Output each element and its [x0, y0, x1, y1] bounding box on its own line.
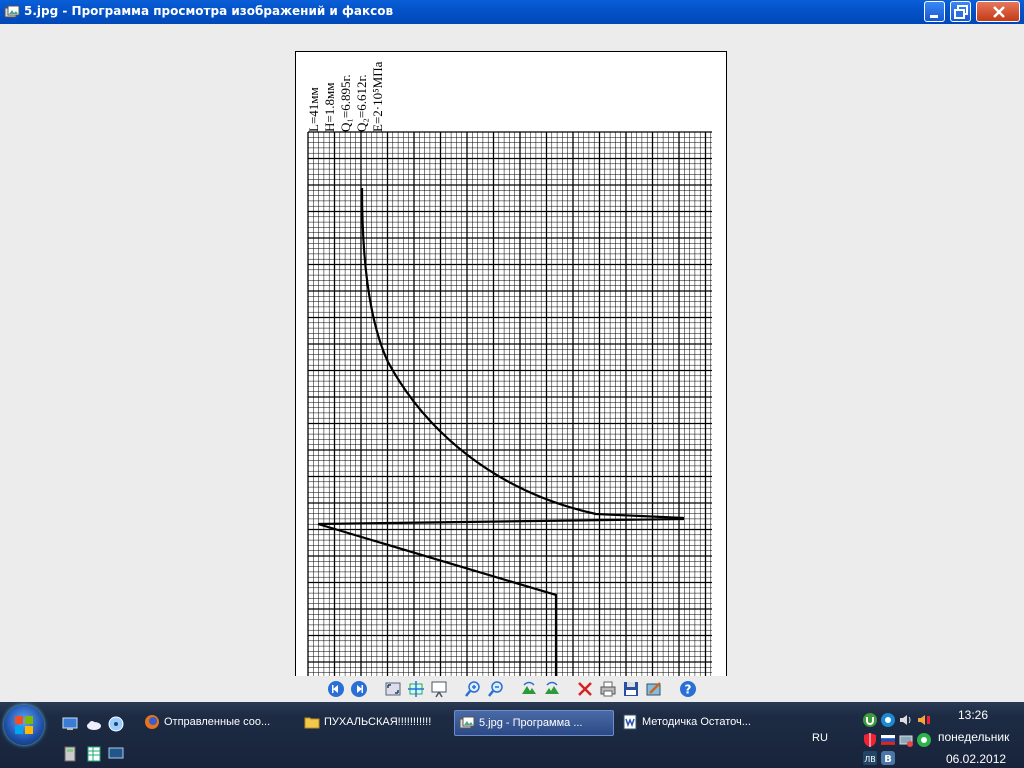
- print-icon[interactable]: [599, 680, 617, 698]
- restore-button[interactable]: [950, 1, 971, 22]
- taskbar-item-image-viewer[interactable]: 5.jpg - Программа ...: [454, 710, 614, 736]
- horizontal-line: [317, 517, 685, 526]
- zoom-in-icon[interactable]: [464, 680, 482, 698]
- language-indicator[interactable]: RU: [808, 728, 832, 748]
- vk-icon[interactable]: В: [880, 750, 896, 766]
- clock-date: 06.02.2012: [946, 752, 1007, 766]
- previous-image-icon[interactable]: [327, 680, 345, 698]
- annotation-modulus: E=2·10⁵МПа: [370, 61, 385, 132]
- spreadsheet-icon[interactable]: [86, 746, 102, 762]
- taskbar-item-firefox[interactable]: Отправленные соо...: [140, 710, 290, 734]
- word-document-icon: [623, 714, 637, 730]
- sync-icon[interactable]: [880, 712, 896, 728]
- taskbar-item-label: Отправленные соо...: [164, 716, 271, 728]
- help-icon[interactable]: ?: [679, 680, 697, 698]
- calculator-icon[interactable]: [62, 746, 78, 762]
- network-icon[interactable]: [898, 732, 914, 748]
- minimize-button[interactable]: [924, 1, 945, 22]
- annotation-height: H=1.8мм: [322, 82, 337, 132]
- taskbar-item-folder[interactable]: ПУХАЛЬСКАЯ!!!!!!!!!!!: [300, 710, 450, 734]
- actual-size-icon[interactable]: [407, 680, 425, 698]
- image-viewer-icon: [4, 5, 20, 18]
- best-fit-icon[interactable]: [384, 680, 402, 698]
- folder-icon: [304, 717, 320, 729]
- media-player-icon[interactable]: [108, 716, 124, 732]
- rotate-counterclockwise-icon[interactable]: [543, 680, 561, 698]
- torrent-icon[interactable]: [862, 712, 878, 728]
- volume-icon[interactable]: [898, 712, 914, 728]
- taskbar: Отправленные соо... ПУХАЛЬСКАЯ!!!!!!!!!!…: [0, 702, 1024, 768]
- next-image-icon[interactable]: [350, 680, 368, 698]
- edit-image-icon[interactable]: [645, 680, 663, 698]
- taskbar-item-label: 5.jpg - Программа ...: [479, 717, 583, 729]
- zoom-out-icon[interactable]: [487, 680, 505, 698]
- slideshow-icon[interactable]: [430, 680, 448, 698]
- firefox-icon: [145, 715, 159, 729]
- displayed-image: L=41мм H=1.8мм Q₁=6.895г. Q₂=6.612г. E=2…: [295, 51, 727, 693]
- close-button[interactable]: [976, 1, 1020, 22]
- annotation-q2: Q₂=6.612г.: [354, 74, 369, 132]
- window-title: 5.jpg - Программа просмотра изображений …: [24, 4, 394, 18]
- windows-logo-icon: [15, 716, 33, 734]
- taskbar-item-label: Методичка Остаточ...: [642, 716, 751, 728]
- svg-text:В: В: [884, 754, 892, 765]
- graph-paper-image: [307, 131, 712, 688]
- annotation-length: L=41мм: [306, 87, 321, 132]
- copy-to-icon[interactable]: [622, 680, 640, 698]
- image-viewer-area: L=41мм H=1.8мм Q₁=6.895г. Q₂=6.612г. E=2…: [0, 24, 1024, 693]
- svg-text:ЛВ: ЛВ: [864, 755, 876, 764]
- flag-russia-icon[interactable]: [880, 732, 896, 748]
- rotate-clockwise-icon[interactable]: [520, 680, 538, 698]
- start-button[interactable]: [4, 705, 44, 745]
- speaker-alert-icon[interactable]: [916, 712, 932, 728]
- taskbar-item-label: ПУХАЛЬСКАЯ!!!!!!!!!!!: [324, 716, 432, 728]
- title-bar[interactable]: 5.jpg - Программа просмотра изображений …: [0, 0, 1024, 24]
- annotation-q1: Q₁=6.895г.: [338, 74, 353, 132]
- svg-text:?: ?: [685, 683, 692, 697]
- viewer-toolbar: ?: [0, 676, 1024, 702]
- clock-time[interactable]: 13:26: [958, 708, 988, 722]
- monitor-icon[interactable]: [108, 746, 124, 762]
- cloud-app-icon[interactable]: [86, 716, 102, 732]
- image-viewer-icon: [459, 716, 475, 729]
- taskbar-item-word[interactable]: Методичка Остаточ...: [618, 710, 768, 734]
- clock-day: понедельник: [938, 730, 1010, 744]
- chat-icon[interactable]: [916, 732, 932, 748]
- show-desktop-icon[interactable]: [62, 716, 78, 732]
- delete-icon[interactable]: [576, 680, 594, 698]
- shield-icon[interactable]: [862, 732, 878, 748]
- lingvo-icon[interactable]: ЛВ: [862, 750, 878, 766]
